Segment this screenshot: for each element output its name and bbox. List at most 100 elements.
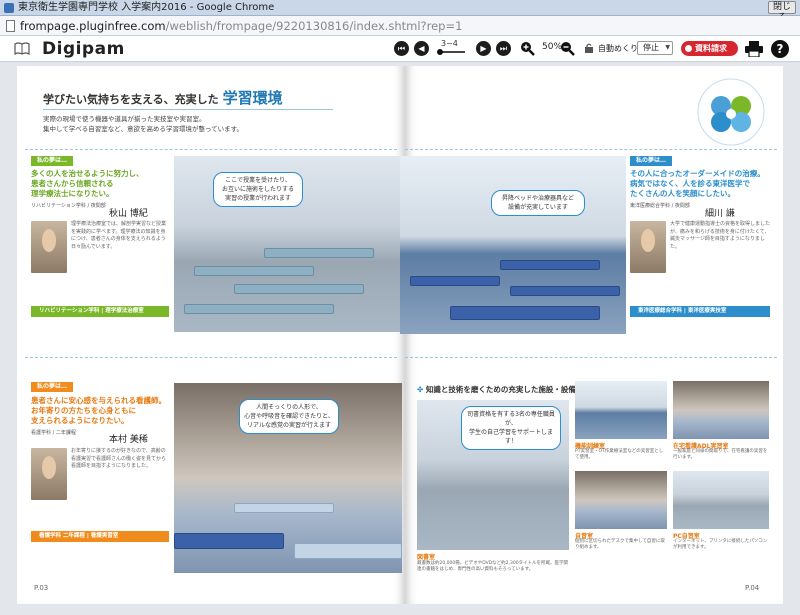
bed (194, 266, 314, 276)
bubble-line-2: お互いに施術をしたりする (221, 186, 294, 193)
bed (264, 248, 374, 258)
student-name: 細川 謙 (705, 209, 735, 219)
headline-underline (43, 109, 333, 110)
student-portrait (31, 221, 67, 273)
study-room-photo (575, 471, 667, 529)
bed (174, 533, 284, 549)
bubble-line-2: 設備が充実しています (508, 204, 568, 211)
bubble-line-2: 学生の自己学習をサポートします！ (468, 429, 553, 445)
divider-middle (25, 357, 397, 358)
page-range: 3~4 (441, 39, 458, 48)
section-footer: 東洋医療総合学科 | 東洋医療実技室 (630, 306, 770, 317)
student-body: 理学療法治療室では、解剖学実習など授業を実践的に学べます。理学療法の知識を身につ… (71, 221, 167, 250)
intro-text: 実際の現場で使う機器や道具が揃った実技室や実習室。 集中して学べる自習室など、意… (43, 114, 373, 134)
bubble-line-3: リアルな感覚の実習が行えます (247, 422, 331, 429)
page-number-right: P.04 (745, 584, 760, 592)
lead-line-2: 患者さんから信頼される (31, 179, 114, 188)
page-slider-knob[interactable] (437, 49, 443, 55)
page-number-left: P.03 (34, 584, 49, 592)
student-name: 秋山 博紀 (109, 209, 148, 219)
lead-line-1: その人に合ったオーダーメイドの治療。 (630, 169, 765, 178)
window-title: 東京衛生学園専門学校 入学案内2016 - Google Chrome (18, 2, 275, 13)
print-icon[interactable] (745, 41, 763, 57)
pc-room-photo (673, 471, 769, 529)
divider-top (25, 149, 397, 150)
training-room-text: PT実習室・OT作業療法室などの実習室として使用。 (575, 449, 664, 460)
prev-page-button[interactable]: ◀ (414, 41, 429, 56)
chrome-app-icon (4, 3, 14, 13)
dream-tag: 私の夢は… (31, 156, 74, 166)
bed (510, 286, 620, 296)
lead-line-3: たくさんの人を笑顔にしたい。 (630, 189, 735, 198)
url-host: frompage.pluginfree.com (20, 19, 166, 33)
zoom-in-icon[interactable] (520, 41, 535, 56)
request-materials-button[interactable]: 資料請求 (681, 41, 738, 56)
address-bar[interactable]: frompage.pluginfree.com/weblish/frompage… (0, 16, 800, 36)
help-icon[interactable]: ? (771, 40, 789, 58)
bubble-line-3: 実習の授業が行われます (225, 195, 291, 202)
bed (450, 306, 600, 320)
student-meta: リハビリテーション学科 / 夜間部 (31, 203, 106, 209)
student-meta: 東洋医療総合学科 / 夜間部 (630, 203, 690, 209)
lead-line-2: お年寄りの方たちを心身ともに (31, 406, 136, 415)
student-body: お年寄りに接するのが好きなので、高齢の看護実習で看護師さんの働く姿を見てから看護… (71, 448, 167, 469)
book-icon[interactable] (14, 42, 30, 55)
first-page-button[interactable]: ⏮ (394, 41, 409, 56)
student-body: 大学で健康運動指導士の資格を取得しましたが、痛みを和らげる技術を身に付けたくて、… (670, 221, 771, 250)
facilities-title: ✤ 知識と技術を磨くための充実した施設・設備 (417, 384, 576, 395)
zoom-level: 50% (542, 42, 563, 52)
home-nursing-photo (673, 381, 769, 439)
bed (500, 260, 600, 270)
section-footer: リハビリテーション学科 | 理学療法治療室 (31, 306, 169, 317)
facilities-title-text: 知識と技術を磨くための充実した施設・設備 (425, 385, 576, 394)
close-button[interactable]: 閉じる (768, 1, 796, 23)
page-icon (6, 20, 15, 32)
bubble-line-1: 司書資格を有する3名の専任職員が、 (467, 411, 555, 427)
bed (234, 284, 364, 294)
study-room-text: 個別に区切られたデスクで集中して自習に取り組めます。 (575, 539, 665, 550)
brand-logo: Digipam (42, 39, 125, 59)
last-page-button[interactable]: ⏭ (496, 41, 511, 56)
lead-line-3: 支えられるようになりたい。 (31, 416, 129, 425)
acupuncture-photo (400, 156, 626, 334)
clover-icon: ✤ (417, 385, 426, 394)
library-label: 図書室 (417, 554, 436, 561)
headline-prefix: 学びたい気持ちを支える、充実した (43, 93, 219, 106)
url-path: /weblish/frompage/9220130816/index.shtml… (165, 19, 463, 33)
bubble-line-1: 人間そっくりの人形で、 (256, 404, 322, 411)
training-room-photo (575, 381, 667, 439)
lead-line-3: 理学療法士になりたい。 (31, 189, 114, 198)
bubble-line-2: 心音や呼吸音を確認できたりと、 (244, 413, 334, 420)
bed (410, 276, 500, 286)
student-portrait (630, 221, 666, 273)
next-page-button[interactable]: ▶ (476, 41, 491, 56)
pc-room-text: インターネット、プリンタに接続したパソコンが利用できます。 (673, 539, 768, 550)
auto-flip-select[interactable]: 停止 (637, 41, 673, 55)
dream-tag: 私の夢は… (31, 382, 74, 392)
caption-bubble: 司書資格を有する3名の専任職員が、 学生の自己学習をサポートします！ (461, 406, 561, 450)
headline-accent: 学習環境 (222, 89, 283, 107)
auto-flip-label: 自動めくり (598, 44, 638, 53)
caption-bubble: 人間そっくりの人形で、 心音や呼吸音を確認できたりと、 リアルな感覚の実習が行え… (239, 399, 339, 434)
zoom-out-icon[interactable] (560, 41, 575, 56)
left-page[interactable]: 学びたい気持ちを支える、充実した 学習環境 実際の現場で使う機器や道具が揃った実技… (17, 66, 405, 604)
right-page[interactable]: 昇降ベッドや治療器具など 設備が充実しています 私の夢は… その人に合ったオーダ… (400, 66, 783, 604)
dream-tag: 私の夢は… (630, 156, 673, 166)
intro-line-2: 集中して学べる自習室など、意欲を高める学習環境が整っています。 (43, 125, 244, 133)
window-titlebar: 東京衛生学園専門学校 入学案内2016 - Google Chrome 閉じる (0, 0, 800, 23)
bed (184, 304, 334, 314)
bed (294, 543, 402, 559)
student-meta: 看護学科 / 二年課程 (31, 430, 76, 436)
intro-line-1: 実際の現場で使う機器や道具が揃った実技室や実習室。 (43, 115, 206, 123)
section-footer: 看護学科 二年課程 | 看護実習室 (31, 531, 169, 542)
bubble-line-1: 昇降ベッドや治療器具など (501, 195, 574, 202)
bubble-line-1: ここで授業を受けたり、 (225, 177, 291, 184)
caption-bubble: 昇降ベッドや治療器具など 設備が充実しています (491, 190, 585, 216)
viewer-toolbar: Digipam ⏮ ◀ 3~4 ▶ ⏭ 50% 自動めくり 停止 資料請求 ? (0, 36, 800, 62)
divider-middle (405, 357, 777, 358)
library-text: 蔵書数は約20,000冊。ビデオやDVDなど約2,300タイトルを所蔵。医学関連… (417, 561, 569, 572)
lead-line-1: 多くの人を治せるように努力し、 (31, 169, 144, 178)
page-slider[interactable] (437, 49, 465, 55)
student-portrait (31, 448, 67, 500)
lock-icon[interactable] (584, 43, 594, 53)
